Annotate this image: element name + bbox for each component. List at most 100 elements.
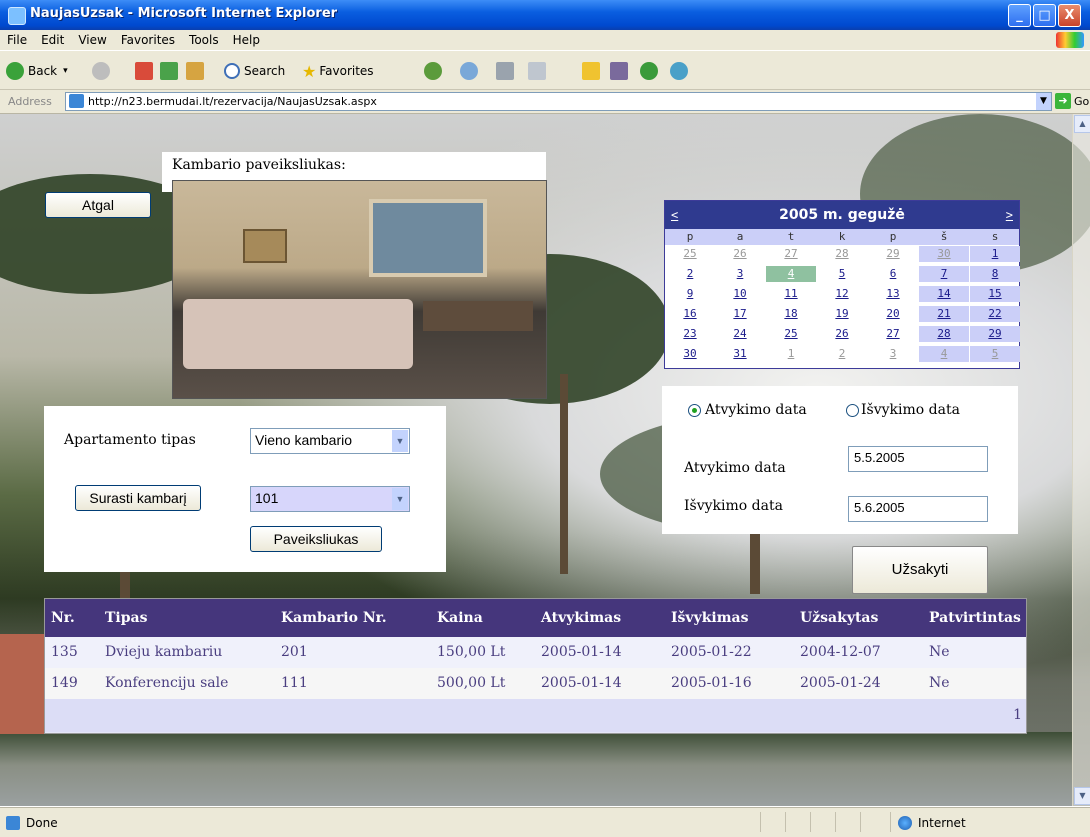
calendar-day[interactable]: 30 — [665, 346, 715, 362]
calendar-day[interactable]: 12 — [817, 286, 867, 302]
edit-button[interactable] — [528, 61, 550, 81]
calendar-day[interactable]: 23 — [665, 326, 715, 342]
calendar-day[interactable]: 25 — [665, 246, 715, 262]
arrival-date-input[interactable]: 5.5.2005 — [848, 446, 988, 472]
calendar-day[interactable]: 19 — [817, 306, 867, 322]
calendar-day[interactable]: 18 — [766, 306, 816, 322]
calendar-day[interactable]: 13 — [868, 286, 918, 302]
column-header-departure[interactable]: Išvykimas — [671, 599, 749, 637]
calendar-day[interactable]: 16 — [665, 306, 715, 322]
arrival-radio[interactable]: Atvykimo data — [688, 402, 807, 418]
search-button[interactable]: Search — [224, 61, 285, 81]
calendar-day[interactable]: 2 — [817, 346, 867, 362]
vertical-scrollbar[interactable]: ▲ ▼ — [1072, 114, 1090, 806]
column-header-arrival[interactable]: Atvykimas — [541, 599, 621, 637]
refresh-button[interactable] — [160, 61, 182, 81]
research-button[interactable] — [610, 61, 632, 81]
menu-tools[interactable]: Tools — [182, 30, 226, 47]
calendar-next-link[interactable]: > — [1006, 208, 1013, 222]
menu-edit[interactable]: Edit — [34, 30, 71, 47]
calendar-day[interactable]: 25 — [766, 326, 816, 342]
calendar-day[interactable]: 4 — [919, 346, 969, 362]
calendar-day[interactable]: 10 — [715, 286, 765, 302]
stop-button[interactable] — [135, 61, 157, 81]
discuss-button[interactable] — [582, 61, 604, 81]
calendar-day[interactable]: 5 — [970, 346, 1020, 362]
calendar-day[interactable]: 24 — [715, 326, 765, 342]
order-button[interactable]: Užsakyti — [852, 546, 988, 594]
favorites-button[interactable]: ★ Favorites — [302, 61, 374, 81]
calendar-day[interactable]: 7 — [919, 266, 969, 282]
column-header-nr[interactable]: Nr. — [51, 599, 75, 637]
chevron-down-icon[interactable]: ▼ — [392, 488, 408, 510]
table-row[interactable]: 135 Dvieju kambariu 201 150,00 Lt 2005-0… — [45, 637, 1026, 668]
msn-button[interactable] — [670, 61, 692, 81]
scroll-up-icon[interactable]: ▲ — [1074, 115, 1090, 133]
chevron-down-icon[interactable]: ▼ — [392, 430, 408, 452]
menu-help[interactable]: Help — [226, 30, 267, 47]
calendar-day[interactable]: 30 — [919, 246, 969, 262]
home-button[interactable] — [186, 61, 208, 81]
room-number-select[interactable]: 101 ▼ — [250, 486, 410, 512]
table-row[interactable]: 149 Konferenciju sale 111 500,00 Lt 2005… — [45, 668, 1026, 699]
maximize-button[interactable]: □ — [1033, 4, 1056, 27]
calendar-day[interactable]: 8 — [970, 266, 1020, 282]
menu-file[interactable]: File — [0, 30, 34, 47]
calendar-day[interactable]: 15 — [970, 286, 1020, 302]
address-dropdown-icon[interactable]: ▼ — [1036, 93, 1051, 110]
calendar-day[interactable]: 28 — [817, 246, 867, 262]
minimize-button[interactable]: _ — [1008, 4, 1031, 27]
calendar-day[interactable]: 31 — [715, 346, 765, 362]
address-url[interactable]: http://n23.bermudai.lt/rezervacija/Nauja… — [88, 95, 377, 108]
calendar-day[interactable]: 21 — [919, 306, 969, 322]
departure-radio[interactable]: Išvykimo data — [846, 402, 960, 418]
column-header-price[interactable]: Kaina — [437, 599, 483, 637]
departure-date-input[interactable]: 5.6.2005 — [848, 496, 988, 522]
date-calendar[interactable]: < 2005 m. gegužė > patkpšs 25 26 27 28 29 30 1… — [664, 200, 1020, 369]
calendar-day[interactable]: 2 — [665, 266, 715, 282]
column-header-ordered[interactable]: Užsakytas — [800, 599, 878, 637]
forward-button[interactable] — [92, 61, 114, 81]
calendar-day[interactable]: 4 — [766, 266, 816, 282]
calendar-day[interactable]: 28 — [919, 326, 969, 342]
close-button[interactable]: X — [1058, 4, 1081, 27]
calendar-day[interactable]: 3 — [715, 266, 765, 282]
calendar-day[interactable]: 1 — [766, 346, 816, 362]
menu-view[interactable]: View — [71, 30, 113, 47]
calendar-day[interactable]: 17 — [715, 306, 765, 322]
calendar-day[interactable]: 5 — [817, 266, 867, 282]
calendar-day[interactable]: 1 — [970, 246, 1020, 262]
column-header-type[interactable]: Tipas — [105, 599, 147, 637]
messenger-button[interactable] — [640, 61, 662, 81]
back-dropdown-icon[interactable]: ▾ — [63, 66, 68, 76]
calendar-day[interactable]: 29 — [970, 326, 1020, 342]
show-picture-button[interactable]: Paveiksliukas — [250, 526, 382, 552]
column-header-confirmed[interactable]: Patvirtintas — [929, 599, 1021, 637]
address-input[interactable]: http://n23.bermudai.lt/rezervacija/Nauja… — [65, 92, 1052, 111]
menu-favorites[interactable]: Favorites — [114, 30, 182, 47]
pager-page-1[interactable]: 1 — [1013, 699, 1022, 732]
calendar-day[interactable]: 26 — [715, 246, 765, 262]
calendar-day[interactable]: 27 — [868, 326, 918, 342]
column-header-room-nr[interactable]: Kambario Nr. — [281, 599, 387, 637]
mail-button[interactable] — [460, 61, 482, 81]
go-button[interactable]: ➜ Go — [1055, 93, 1089, 109]
calendar-day[interactable]: 3 — [868, 346, 918, 362]
calendar-day[interactable]: 22 — [970, 306, 1020, 322]
calendar-day[interactable]: 11 — [766, 286, 816, 302]
roof-background — [0, 634, 44, 734]
history-button[interactable] — [424, 61, 446, 81]
find-room-button[interactable]: Surasti kambarį — [75, 485, 201, 511]
calendar-day[interactable]: 26 — [817, 326, 867, 342]
back-button[interactable]: Back ▾ — [6, 61, 68, 81]
calendar-day[interactable]: 27 — [766, 246, 816, 262]
calendar-day[interactable]: 9 — [665, 286, 715, 302]
calendar-day[interactable]: 6 — [868, 266, 918, 282]
calendar-day[interactable]: 14 — [919, 286, 969, 302]
back-page-button[interactable]: Atgal — [45, 192, 151, 218]
scroll-down-icon[interactable]: ▼ — [1074, 787, 1090, 805]
print-button[interactable] — [496, 61, 518, 81]
apartment-type-select[interactable]: Vieno kambario ▼ — [250, 428, 410, 454]
calendar-day[interactable]: 29 — [868, 246, 918, 262]
calendar-day[interactable]: 20 — [868, 306, 918, 322]
